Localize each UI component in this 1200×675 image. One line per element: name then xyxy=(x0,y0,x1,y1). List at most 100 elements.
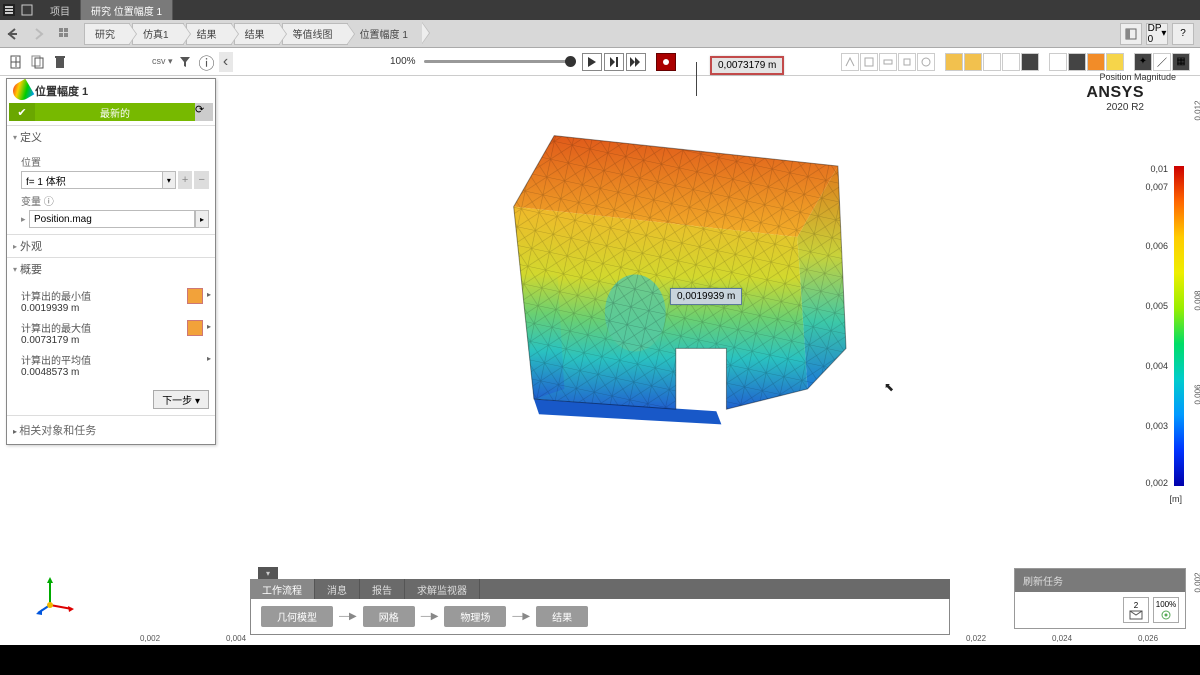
help2-icon[interactable]: ⓘ xyxy=(197,52,217,72)
section-summary: 概要 计算出的最小值 0.0019939 m ▸ 计算出的最大值 0.00731… xyxy=(7,257,215,384)
grid-icon[interactable] xyxy=(52,21,78,47)
orientation-triad[interactable] xyxy=(36,575,76,615)
min-value: 0.0019939 m xyxy=(21,303,209,314)
legend: 0,01 0,007 0,006 0,005 0,004 0,003 0,002… xyxy=(1120,76,1190,515)
tab-solver[interactable]: 求解监视器 xyxy=(405,579,480,599)
refresh-icon[interactable]: ⟳ xyxy=(195,103,213,121)
arrow-icon: —▶ xyxy=(339,611,357,622)
menu-dark-icon[interactable] xyxy=(0,1,18,19)
csv-export[interactable]: csv ▾ xyxy=(152,56,173,67)
location-dropdown[interactable]: ▾ xyxy=(163,171,176,189)
legend-tick: 0,002 xyxy=(1145,478,1168,488)
bottom-panel: ▾ 工作流程 消息 报告 求解监视器 几何模型 —▶ 网格 —▶ 物理场 —▶ … xyxy=(250,567,950,635)
leader-max xyxy=(696,62,697,96)
model-3d-view[interactable]: 0,0073179 m 0,0019939 m xyxy=(230,0,1000,555)
envelope-icon xyxy=(1129,610,1143,620)
variable-more[interactable]: ▸ xyxy=(195,210,209,228)
wf-results[interactable]: 结果 xyxy=(536,606,588,627)
expand-icon[interactable]: ▸ xyxy=(21,214,29,225)
refresh-run-box[interactable]: 100% xyxy=(1153,597,1179,623)
annotation-max[interactable]: 0,0073179 m xyxy=(710,56,784,75)
ruler-vertical: 0,012 0,008 0,006 0,002 xyxy=(1182,76,1200,635)
disp-btn-4[interactable] xyxy=(1106,53,1124,71)
misc-btn-2[interactable]: ／ xyxy=(1153,53,1171,71)
wf-mesh[interactable]: 网格 xyxy=(363,606,415,627)
crumb-results[interactable]: 结果 xyxy=(186,23,232,45)
nav-right: DP 0 ▾ ? xyxy=(1120,23,1200,45)
bottom-tabs: 工作流程 消息 报告 求解监视器 xyxy=(250,579,950,599)
copy-icon[interactable] xyxy=(28,52,48,72)
arrow-icon: —▶ xyxy=(421,611,439,622)
layout-icon[interactable] xyxy=(1120,23,1142,45)
legend-tick: 0,005 xyxy=(1145,301,1168,311)
wf-physics[interactable]: 物理场 xyxy=(444,606,506,627)
props-header: 位置幅度 1 xyxy=(7,79,215,103)
refresh-tasks-panel: 刷新任务 2 100% xyxy=(1014,568,1186,629)
cursor-icon: ⬉ xyxy=(884,380,894,394)
avg-arrow-icon[interactable]: ▸ xyxy=(207,354,211,363)
window-icon[interactable] xyxy=(18,1,36,19)
crumb-study[interactable]: 研究 xyxy=(84,23,130,45)
status-bar: ✔ 最新的 ⟳ xyxy=(9,103,213,121)
disp-btn-3[interactable] xyxy=(1087,53,1105,71)
check-icon: ✔ xyxy=(9,103,35,121)
location-add[interactable]: + xyxy=(178,171,193,189)
back-button[interactable] xyxy=(0,21,26,47)
pending-count-box[interactable]: 2 xyxy=(1123,597,1149,623)
annotation-min[interactable]: 0,0019939 m xyxy=(670,288,742,305)
min-arrow-icon[interactable]: ▸ xyxy=(207,290,211,299)
delete-icon[interactable] xyxy=(50,52,70,72)
variable-input[interactable] xyxy=(29,210,195,228)
status-text: 最新的 xyxy=(35,103,195,121)
tab-report[interactable]: 报告 xyxy=(360,579,405,599)
legend-tick: 0,003 xyxy=(1145,421,1168,431)
location-input[interactable] xyxy=(21,171,163,189)
properties-panel: 位置幅度 1 ✔ 最新的 ⟳ 定义 位置 ▾ + − 变量 ⓘ ▸ ▸ 外观 概… xyxy=(6,78,216,445)
design-point-selector[interactable]: DP 0 ▾ xyxy=(1146,23,1168,45)
forward-button[interactable] xyxy=(26,21,52,47)
refresh-title: 刷新任务 xyxy=(1015,569,1185,592)
title-tabs: 项目 研究 位置幅度 1 xyxy=(40,0,173,20)
misc-btn-1[interactable]: ✦ xyxy=(1134,53,1152,71)
min-label: 计算出的最小值 xyxy=(21,288,209,303)
avg-value: 0.0048573 m xyxy=(21,367,209,378)
section-head-definition[interactable]: 定义 xyxy=(7,126,215,148)
legend-tick: 0,004 xyxy=(1145,361,1168,371)
legend-unit: [m] xyxy=(1170,494,1183,504)
legend-tick: 0,01 xyxy=(1150,164,1168,174)
misc-btn-3[interactable]: ▦ xyxy=(1172,53,1190,71)
section-head-appearance[interactable]: 外观 xyxy=(7,235,215,257)
section-appearance: 外观 xyxy=(7,234,215,257)
contour-swatch-icon xyxy=(10,79,35,104)
style-btn-5[interactable] xyxy=(1021,53,1039,71)
title-tab-study[interactable]: 研究 位置幅度 1 xyxy=(81,0,173,20)
tab-messages[interactable]: 消息 xyxy=(315,579,360,599)
workflow-strip: 几何模型 —▶ 网格 —▶ 物理场 —▶ 结果 xyxy=(250,599,950,635)
title-tab-project[interactable]: 项目 xyxy=(40,0,81,20)
section-head-summary[interactable]: 概要 xyxy=(7,258,215,280)
disp-btn-2[interactable] xyxy=(1068,53,1086,71)
disp-btn-1[interactable] xyxy=(1049,53,1067,71)
tool-left: csv ▾ ⓘ ‹ xyxy=(0,52,233,72)
legend-tick: 0,007 xyxy=(1145,182,1168,192)
props-title: 位置幅度 1 xyxy=(35,83,88,99)
max-label: 计算出的最大值 xyxy=(21,320,209,335)
next-button[interactable]: 下一步 ▾ xyxy=(153,390,209,409)
style-btn-4[interactable] xyxy=(1002,53,1020,71)
filter-icon[interactable] xyxy=(175,52,195,72)
section-definition: 定义 位置 ▾ + − 变量 ⓘ ▸ ▸ xyxy=(7,125,215,234)
arrow-icon: —▶ xyxy=(512,611,530,622)
max-arrow-icon[interactable]: ▸ xyxy=(207,322,211,331)
crumb-sim[interactable]: 仿真1 xyxy=(132,23,184,45)
wf-geometry[interactable]: 几何模型 xyxy=(261,606,333,627)
help-button[interactable]: ? xyxy=(1172,23,1194,45)
related-objects[interactable]: 相关对象和任务 xyxy=(7,415,215,444)
location-remove[interactable]: − xyxy=(194,171,209,189)
new-icon[interactable] xyxy=(6,52,26,72)
min-probe-icon[interactable] xyxy=(187,288,203,304)
panel-pull-icon[interactable]: ▾ xyxy=(258,567,278,579)
location-label: 位置 xyxy=(21,154,209,169)
max-probe-icon[interactable] xyxy=(187,320,203,336)
tab-workflow[interactable]: 工作流程 xyxy=(250,579,315,599)
max-value: 0.0073179 m xyxy=(21,335,209,346)
